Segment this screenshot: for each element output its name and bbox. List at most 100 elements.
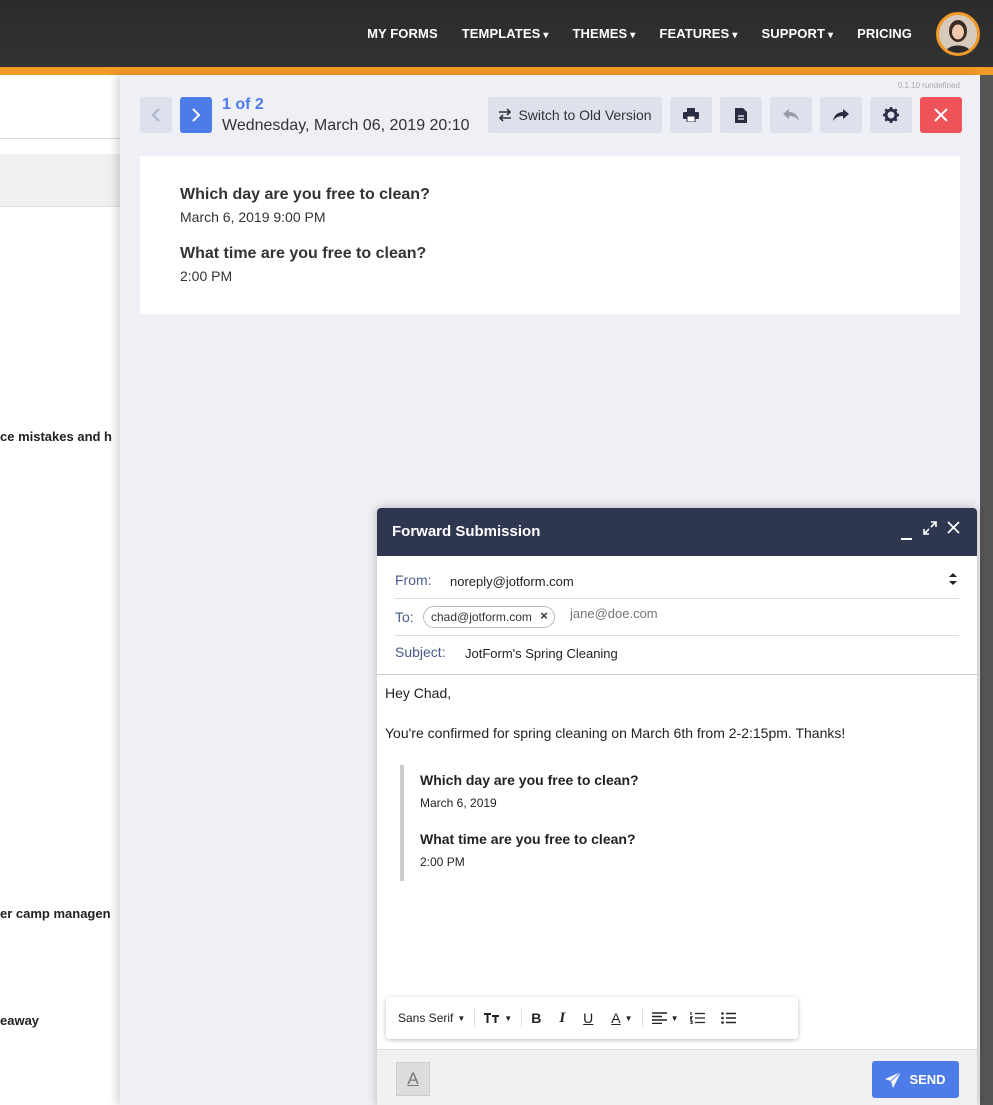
accent-bar xyxy=(0,67,993,75)
forward-icon xyxy=(833,109,849,121)
answer-value: March 6, 2019 9:00 PM xyxy=(180,209,326,225)
user-avatar[interactable] xyxy=(936,12,980,56)
submission-counter: 1 of 2 xyxy=(222,96,264,113)
caret-down-icon: ▾ xyxy=(630,30,636,41)
caret-down-icon: ▾ xyxy=(828,30,834,41)
submission-datetime: Wednesday, March 06, 2019 20:10 xyxy=(222,117,470,134)
text-color-button[interactable]: A ▼ xyxy=(611,1010,632,1026)
quoted-submission: Which day are you free to clean? March 6… xyxy=(400,765,800,881)
main-nav: MY FORMS TEMPLATES ▾ THEMES ▾ FEATURES ▾ SU… xyxy=(367,0,912,67)
switch-old-version-label: Switch to Old Version xyxy=(518,107,652,123)
subject-label: Subject: xyxy=(395,644,446,660)
subject-input[interactable]: JotForm's Spring Cleaning xyxy=(465,646,618,661)
reply-button[interactable] xyxy=(770,97,812,133)
underline-button[interactable]: U xyxy=(583,1010,593,1026)
close-icon xyxy=(934,108,948,122)
dialog-footer: A SEND xyxy=(377,1049,977,1105)
next-button[interactable] xyxy=(180,97,212,133)
to-input[interactable] xyxy=(570,606,770,621)
forward-submission-dialog: Forward Submission From: noreply@jotform… xyxy=(377,508,977,1105)
bullet-list-icon xyxy=(721,1012,737,1024)
question-label: Which day are you free to clean? xyxy=(180,186,430,203)
text-format-icon: A xyxy=(407,1069,419,1088)
quoted-question: Which day are you free to clean? xyxy=(420,772,639,788)
chevron-right-icon xyxy=(192,108,201,122)
to-label: To: xyxy=(395,609,414,625)
gear-icon xyxy=(883,107,899,123)
background-form-title: ce mistakes and h xyxy=(0,429,112,444)
background-form-title: er camp managen xyxy=(0,906,111,921)
caret-down-icon: ▾ xyxy=(732,30,738,41)
divider xyxy=(641,1009,643,1027)
forward-button[interactable] xyxy=(820,97,862,133)
divider xyxy=(0,138,130,139)
quoted-answer: 2:00 PM xyxy=(420,855,465,869)
question-label: What time are you free to clean? xyxy=(180,245,427,262)
version-label: 0.1.10 rundefined xyxy=(897,81,960,90)
text-color-icon: A xyxy=(611,1010,621,1026)
font-family-select[interactable]: Sans Serif ▼ xyxy=(398,1011,465,1025)
reply-icon xyxy=(783,109,799,121)
subject-row: Subject: JotForm's Spring Cleaning xyxy=(395,636,959,674)
switch-old-version-button[interactable]: Switch to Old Version xyxy=(488,97,662,133)
minimize-button[interactable] xyxy=(900,521,913,546)
nav-themes[interactable]: THEMES ▾ xyxy=(573,26,636,41)
italic-button[interactable]: I xyxy=(559,1010,565,1027)
quoted-answer: March 6, 2019 xyxy=(420,796,497,810)
document-icon xyxy=(735,107,747,123)
ordered-list-icon xyxy=(690,1012,706,1024)
to-row: To: chad@jotform.com × xyxy=(395,599,959,636)
settings-button[interactable] xyxy=(870,97,912,133)
answer-value: 2:00 PM xyxy=(180,268,233,284)
divider xyxy=(521,1009,523,1027)
background-toolbar xyxy=(0,154,130,207)
page-scrollbar-area xyxy=(980,75,993,1105)
background-form-title: eaway xyxy=(0,1013,40,1028)
bullet-list-button[interactable] xyxy=(721,1012,737,1024)
nav-pricing[interactable]: PRICING xyxy=(857,26,912,41)
minimize-icon xyxy=(901,538,912,540)
nav-templates[interactable]: TEMPLATES ▾ xyxy=(462,26,549,41)
nav-support[interactable]: SUPPORT ▾ xyxy=(761,26,833,41)
send-button[interactable]: SEND xyxy=(872,1061,959,1098)
recipient-email: chad@jotform.com xyxy=(431,610,532,624)
dialog-title: Forward Submission xyxy=(392,523,541,540)
send-label: SEND xyxy=(909,1072,946,1087)
formatting-toolbar: Sans Serif ▼ ▼ B I U A ▼ ▼ xyxy=(386,997,798,1039)
dialog-close-button[interactable] xyxy=(947,521,960,539)
background-page: ce mistakes and h er camp managen eaway xyxy=(0,75,130,1105)
previous-button[interactable] xyxy=(140,97,172,133)
ordered-list-button[interactable] xyxy=(690,1012,706,1024)
dialog-header: Forward Submission xyxy=(377,508,977,556)
paper-plane-icon xyxy=(885,1071,902,1088)
top-navbar: MY FORMS TEMPLATES ▾ THEMES ▾ FEATURES ▾ SU… xyxy=(0,0,993,67)
caret-down-icon: ▾ xyxy=(543,30,549,41)
quoted-question: What time are you free to clean? xyxy=(420,831,636,847)
message-text: You're confirmed for spring cleaning on … xyxy=(385,725,846,741)
nav-my-forms[interactable]: MY FORMS xyxy=(367,26,438,41)
print-icon xyxy=(683,108,699,122)
message-editor[interactable]: Hey Chad, You're confirmed for spring cl… xyxy=(377,674,977,1049)
from-row: From: noreply@jotform.com xyxy=(395,563,959,599)
nav-features[interactable]: FEATURES ▾ xyxy=(659,26,737,41)
expand-button[interactable] xyxy=(923,521,937,540)
bold-button[interactable]: B xyxy=(531,1010,541,1026)
from-select[interactable]: noreply@jotform.com xyxy=(450,574,574,589)
submission-card: Which day are you free to clean? March 6… xyxy=(140,156,960,314)
avatar-photo-icon xyxy=(939,15,977,53)
message-greeting: Hey Chad, xyxy=(385,685,452,701)
font-size-select[interactable]: ▼ xyxy=(484,1012,512,1024)
pdf-button[interactable] xyxy=(720,97,762,133)
toggle-formatting-button[interactable]: A xyxy=(396,1062,430,1096)
chevron-left-icon xyxy=(151,108,160,122)
print-button[interactable] xyxy=(670,97,712,133)
remove-recipient-icon[interactable]: × xyxy=(540,606,548,626)
align-left-icon xyxy=(651,1012,667,1024)
recipient-chip[interactable]: chad@jotform.com × xyxy=(423,606,555,628)
text-size-icon xyxy=(484,1013,500,1023)
close-button[interactable] xyxy=(920,97,962,133)
align-select[interactable]: ▼ xyxy=(651,1012,678,1024)
close-icon xyxy=(947,521,960,534)
divider xyxy=(474,1009,476,1027)
select-arrows-icon[interactable] xyxy=(949,572,957,591)
